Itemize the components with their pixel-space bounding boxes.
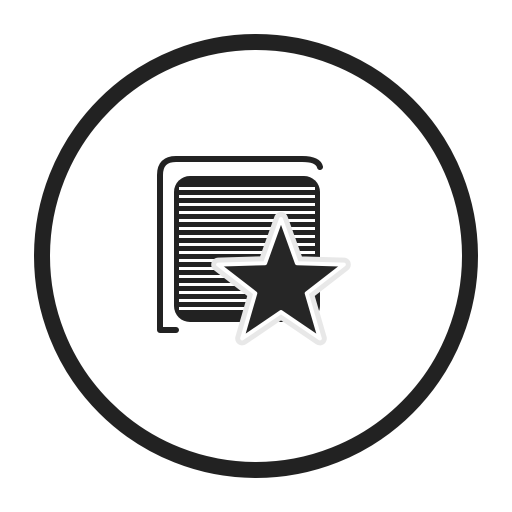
document-line (179, 211, 315, 214)
favorite-document-icon (34, 34, 478, 478)
document-line (179, 227, 315, 230)
document-line (179, 219, 315, 222)
document-line (179, 195, 315, 198)
document-line (179, 187, 315, 190)
document-line (179, 203, 315, 206)
icon-canvas (0, 0, 512, 512)
